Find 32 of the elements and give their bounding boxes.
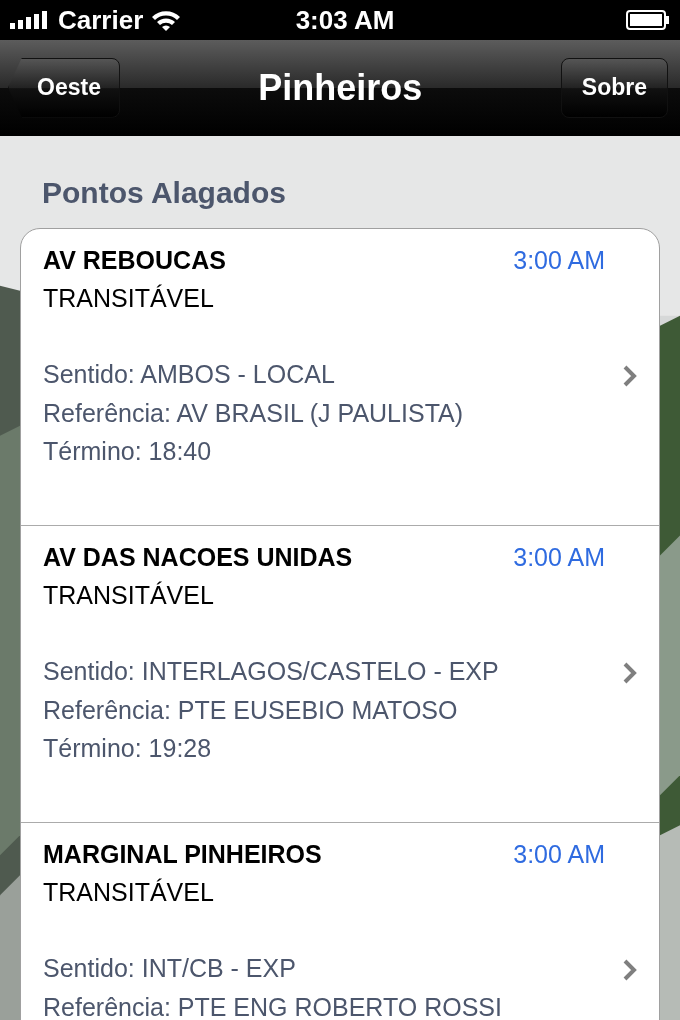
street-name: AV REBOUCAS <box>43 245 226 276</box>
chevron-icon <box>623 662 637 684</box>
detail-text: Referência: AV BRASIL (J PAULISTA) <box>43 397 464 429</box>
battery-icon <box>626 10 670 30</box>
status-text: TRANSITÁVEL <box>43 283 215 314</box>
back-button[interactable]: Oeste <box>8 57 120 118</box>
chevron-icon <box>623 959 637 981</box>
update-time: 3:00 AM <box>513 542 605 573</box>
street-name: MARGINAL PINHEIROS <box>43 839 322 870</box>
list-row[interactable]: MARGINAL PINHEIROS 3:00 AM TRANSITÁVEL Sentido: INT/CB - EXP Referência: PTE ENG ROBERTO ROSSI <box>21 823 659 1020</box>
status-text: TRANSITÁVEL <box>43 877 215 908</box>
street-name: AV DAS NACOES UNIDAS <box>43 542 353 573</box>
detail-text: Término: 19:28 <box>43 733 213 764</box>
detail-text: Referência: PTE EUSEBIO MATOSO <box>43 694 459 726</box>
detail-text: Referência: PTE ENG ROBERTO ROSSI <box>43 991 502 1020</box>
list-row[interactable]: AV DAS NACOES UNIDAS 3:00 AM TRANSITÁVEL Sentido: INTERLAGOS/CASTELO - EXP Referência: PTE EUSEBIO MATOSO Término: 19:28 <box>21 526 659 823</box>
status-time: 3:03 AM <box>295 4 395 36</box>
detail-text: Término: 18:40 <box>43 436 213 467</box>
nav-title: Pinheiros <box>258 66 423 109</box>
detail-text: Sentido: AMBOS - LOCAL <box>43 359 336 390</box>
update-time: 3:00 AM <box>513 839 605 870</box>
about-button[interactable]: Sobre <box>560 57 668 118</box>
detail-text: Sentido: INT/CB - EXP <box>43 953 297 984</box>
status-text: TRANSITÁVEL <box>43 580 215 611</box>
update-time: 3:00 AM <box>513 245 605 276</box>
wifi-icon <box>151 9 182 31</box>
carrier-name: Carrier <box>58 4 144 36</box>
detail-text: Sentido: INTERLAGOS/CASTELO - EXP <box>43 656 499 687</box>
list-row[interactable]: AV REBOUCAS 3:00 AM TRANSITÁVEL Sentido: AMBOS - LOCAL Referência: AV BRASIL (J PAULISTA) Término: 18:40 <box>21 229 659 526</box>
chevron-icon <box>623 365 637 387</box>
signal-icon <box>10 11 50 29</box>
section-header: Pontos Alagados <box>41 176 287 211</box>
